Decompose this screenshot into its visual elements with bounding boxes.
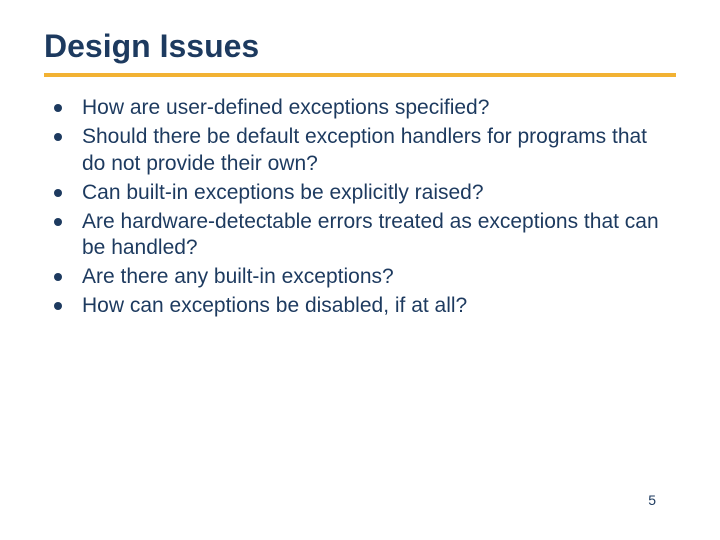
slide-content: How are user-defined exceptions specifie…: [44, 95, 676, 320]
bullet-text: Are hardware-detectable errors treated a…: [82, 210, 659, 260]
list-item: How are user-defined exceptions specifie…: [48, 95, 668, 122]
list-item: Should there be default exception handle…: [48, 124, 668, 178]
slide: Design Issues How are user-defined excep…: [0, 0, 720, 540]
bullet-icon: [54, 189, 62, 197]
list-item: Can built-in exceptions be explicitly ra…: [48, 180, 668, 207]
page-number: 5: [648, 492, 656, 508]
list-item: Are hardware-detectable errors treated a…: [48, 209, 668, 263]
bullet-icon: [54, 133, 62, 141]
bullet-icon: [54, 273, 62, 281]
title-underline: [44, 73, 676, 77]
list-item: How can exceptions be disabled, if at al…: [48, 293, 668, 320]
bullet-text: Are there any built-in exceptions?: [82, 265, 394, 288]
bullet-text: Should there be default exception handle…: [82, 125, 647, 175]
bullet-icon: [54, 104, 62, 112]
bullet-text: Can built-in exceptions be explicitly ra…: [82, 181, 484, 204]
bullet-text: How can exceptions be disabled, if at al…: [82, 294, 467, 317]
bullet-icon: [54, 302, 62, 310]
bullet-list: How are user-defined exceptions specifie…: [48, 95, 668, 320]
slide-title: Design Issues: [44, 28, 676, 71]
bullet-text: How are user-defined exceptions specifie…: [82, 96, 489, 119]
bullet-icon: [54, 218, 62, 226]
list-item: Are there any built-in exceptions?: [48, 264, 668, 291]
